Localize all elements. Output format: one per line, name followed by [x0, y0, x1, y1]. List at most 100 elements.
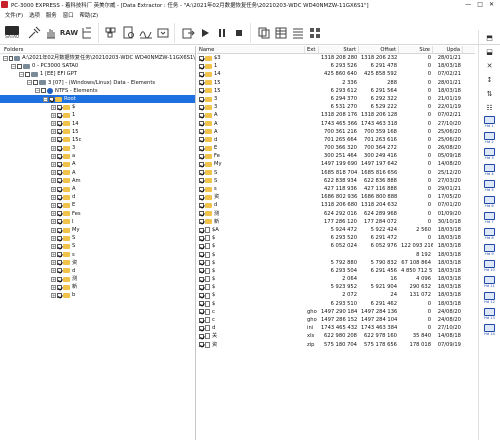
hdd-icon[interactable]: Hd 4: [483, 164, 497, 178]
file-checkbox[interactable]: [199, 202, 204, 208]
tree-checkbox[interactable]: [57, 186, 62, 192]
file-row[interactable]: $2 064 16 4 096 18/03/18: [197, 275, 475, 283]
pause-icon[interactable]: [215, 22, 229, 43]
strip-tool-icon[interactable]: ↕: [483, 74, 497, 86]
stop-icon[interactable]: [232, 22, 246, 43]
strip-tool-icon[interactable]: ☷: [483, 102, 497, 114]
tree-expander[interactable]: +: [51, 129, 56, 135]
file-row[interactable]: d 701 265 664 701 263 616 0 25/06/20: [197, 136, 475, 144]
hdd-icon[interactable]: Hd 5: [483, 180, 497, 194]
tree-expander[interactable]: +: [51, 121, 56, 127]
tree-node[interactable]: +14: [0, 120, 195, 128]
tree-expander[interactable]: +: [51, 137, 56, 143]
file-checkbox[interactable]: [199, 170, 204, 176]
file-row[interactable]: My 1497 199 690 1497 197 642 0 14/08/20: [197, 160, 475, 168]
tree-expander[interactable]: +: [51, 260, 56, 266]
tree-view-icon[interactable]: [80, 22, 94, 43]
tree-checkbox[interactable]: [41, 88, 46, 94]
tree-node[interactable]: + S: [0, 242, 195, 250]
tree-node[interactable]: + E: [0, 201, 195, 209]
scan-folder-icon[interactable]: [156, 22, 170, 43]
tree-node[interactable]: + d: [0, 267, 195, 275]
hdd-icon[interactable]: Hd 12: [483, 292, 497, 306]
tree-expander[interactable]: +: [51, 104, 56, 110]
file-checkbox[interactable]: [199, 325, 204, 331]
file-row[interactable]: $6 293 510 6 291 462 0 18/03/18: [197, 300, 475, 308]
file-row[interactable]: c gho 1497 290 184 1497 284 136 0 24/08/20: [197, 308, 475, 316]
tree-node[interactable]: + $: [0, 103, 195, 111]
tree-expander[interactable]: +: [51, 252, 56, 258]
col-offset[interactable]: Offset: [359, 46, 399, 53]
tree-expander[interactable]: −: [35, 88, 40, 94]
strip-tool-icon[interactable]: ⬓: [483, 46, 497, 58]
col-updated[interactable]: Upda: [433, 46, 463, 53]
tree-expander[interactable]: +: [51, 162, 56, 168]
signature-icon[interactable]: [139, 22, 153, 43]
tree-checkbox[interactable]: [57, 268, 62, 274]
file-row[interactable]: c gho 1497 286 152 1497 284 104 0 24/08/20: [197, 316, 475, 324]
hdd-icon[interactable]: Hd 6: [483, 196, 497, 210]
file-row[interactable]: d 1318 206 680 1318 204 632 0 07/01/20: [197, 201, 475, 209]
tree-node[interactable]: + b: [0, 291, 195, 299]
file-checkbox[interactable]: [199, 252, 204, 258]
file-checkbox[interactable]: [199, 243, 204, 249]
tree-node[interactable]: + S: [0, 234, 195, 242]
tree-expander[interactable]: +: [51, 170, 56, 176]
tree-expander[interactable]: +: [51, 293, 56, 299]
hdd-icon[interactable]: Hd 2: [483, 132, 497, 146]
file-checkbox[interactable]: [199, 211, 204, 217]
file-checkbox[interactable]: [199, 80, 204, 86]
file-row[interactable]: 3 6 531 270 6 529 222 0 22/01/19: [197, 103, 475, 111]
file-checkbox[interactable]: [199, 55, 204, 61]
file-checkbox[interactable]: [199, 260, 204, 266]
tree-checkbox[interactable]: [57, 112, 62, 118]
tree-checkbox[interactable]: [57, 219, 62, 225]
tree-expander[interactable]: −: [43, 96, 48, 102]
copy-icon[interactable]: [257, 22, 271, 43]
file-row[interactable]: $6 293 504 6 291 456 4 850 712 576 18/03/18: [197, 267, 475, 275]
strip-tool-icon[interactable]: ⇅: [483, 88, 497, 100]
menu-window[interactable]: 窗口: [63, 11, 74, 19]
tree-checkbox[interactable]: [25, 71, 30, 77]
file-row[interactable]: Fe 300 251 464 300 249 416 0 05/09/18: [197, 152, 475, 160]
file-row[interactable]: A 1743 465 366 1743 463 318 0 27/10/20: [197, 120, 475, 128]
tree-expander[interactable]: +: [51, 243, 56, 249]
file-checkbox[interactable]: [199, 145, 204, 151]
file-checkbox[interactable]: [199, 153, 204, 159]
file-row[interactable]: 资 1686 802 936 1686 800 888 0 17/05/20: [197, 193, 475, 201]
search-doc-icon[interactable]: [122, 22, 136, 43]
file-checkbox[interactable]: [199, 342, 204, 348]
tree-node[interactable]: − A:\2021年02月数据恢复任务\20210203-WDC WD40NMZW…: [0, 54, 195, 62]
file-row[interactable]: $6 052 024 6 052 976 122 093 216 18/03/18: [197, 242, 475, 250]
export-icon[interactable]: [181, 22, 195, 43]
strip-tool-icon[interactable]: ✕: [483, 60, 497, 72]
tree-node[interactable]: + s: [0, 251, 195, 259]
col-ext[interactable]: Ext: [305, 46, 319, 53]
file-row[interactable]: S 1685 818 704 1685 816 656 0 25/12/20: [197, 169, 475, 177]
tree-node[interactable]: +1: [0, 111, 195, 119]
tree-checkbox[interactable]: [17, 63, 22, 69]
tree-expander[interactable]: +: [51, 235, 56, 241]
file-checkbox[interactable]: [199, 129, 204, 135]
file-checkbox[interactable]: [199, 194, 204, 200]
maximize-button[interactable]: □: [477, 1, 483, 8]
tree-expander[interactable]: +: [51, 145, 56, 151]
tree-node[interactable]: + 资: [0, 259, 195, 267]
file-row[interactable]: $6 293 520 6 291 472 0 18/03/18: [197, 234, 475, 242]
file-row[interactable]: $8 192 18/03/18: [197, 251, 475, 259]
file-row[interactable]: 15 2 336 288 0 28/01/21: [197, 79, 475, 87]
close-button[interactable]: ✕: [489, 1, 494, 8]
tree-node[interactable]: + Fes: [0, 210, 195, 218]
tree-expander[interactable]: −: [3, 55, 8, 61]
file-row[interactable]: $5 923 952 5 921 904 290 632 18/03/18: [197, 283, 475, 291]
file-checkbox[interactable]: [199, 317, 204, 323]
table-icon[interactable]: [274, 22, 288, 43]
hdd-icon[interactable]: Hd 8: [483, 228, 497, 242]
tree-expander[interactable]: +: [51, 227, 56, 233]
hdd-icon[interactable]: Hd 14: [483, 324, 497, 338]
file-row[interactable]: 14 425 860 640 425 858 592 0 07/02/21: [197, 70, 475, 78]
tree-expander[interactable]: +: [51, 276, 56, 282]
hdd-icon[interactable]: Hd 13: [483, 308, 497, 322]
tree-checkbox[interactable]: [57, 178, 62, 184]
file-checkbox[interactable]: [199, 301, 204, 307]
